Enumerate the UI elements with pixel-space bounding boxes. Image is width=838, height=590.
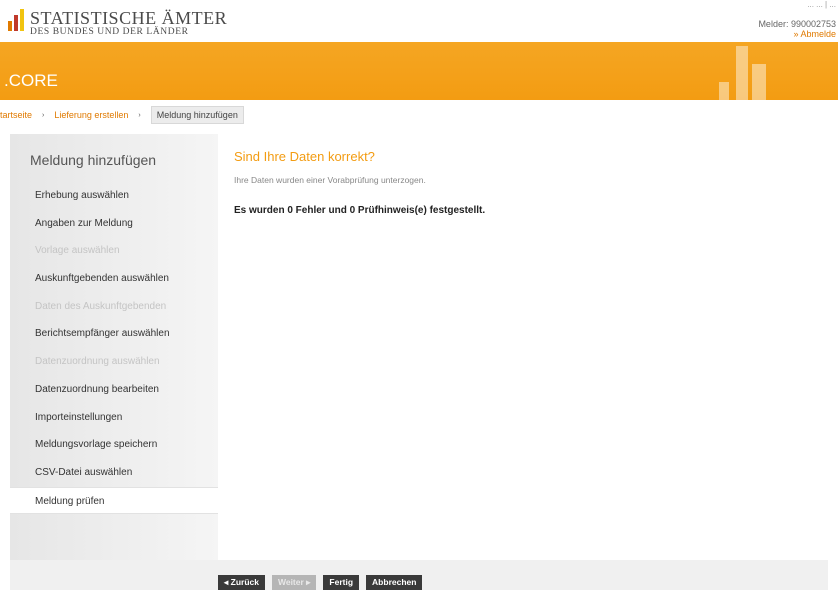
step-daten-des-auskunftgebenden: Daten des Auskunftgebenden [35, 300, 167, 312]
page-title: Sind Ihre Daten korrekt? [234, 149, 375, 164]
logo-bars-icon [8, 9, 26, 31]
logo-subtitle: DES BUNDES UND DER LÄNDER [30, 27, 189, 37]
app-banner: .CORE [0, 42, 838, 100]
step-meldungsvorlage-speichern[interactable]: Meldungsvorlage speichern [10, 431, 218, 459]
logout-link[interactable]: » Abmelde [758, 29, 836, 39]
step-vorlage-auswaehlen: Vorlage auswählen [35, 245, 120, 257]
page: STATISTISCHE ÄMTER DES BUNDES UND DER LÄ… [0, 0, 838, 590]
breadcrumb-current: Meldung hinzufügen [150, 106, 244, 124]
next-button: Weiter ▸ [271, 575, 317, 590]
step-erhebung-auswaehlen[interactable]: Erhebung auswählen [10, 182, 218, 210]
user-area: ... ... | ... Melder: 990002753 » Abmeld… [758, 0, 836, 39]
back-button[interactable]: ◂ Zurück [218, 575, 265, 590]
step-datenzuordnung-bearbeiten[interactable]: Datenzuordnung bearbeiten [10, 376, 218, 404]
step-importeinstellungen[interactable]: Importeinstellungen [10, 404, 218, 432]
step-angaben-zur-meldung[interactable]: Angaben zur Meldung [10, 210, 218, 238]
logo-title: STATISTISCHE ÄMTER [30, 8, 228, 28]
wizard-steps: Erhebung auswählen Angaben zur Meldung V… [10, 182, 219, 515]
header: STATISTISCHE ÄMTER DES BUNDES UND DER LÄ… [0, 0, 838, 42]
step-meldung-pruefen[interactable]: Meldung prüfen [10, 486, 219, 515]
validation-result: Es wurden 0 Fehler und 0 Prüfhinweis(e) … [234, 205, 486, 216]
finish-button[interactable]: Fertig [323, 575, 360, 590]
breadcrumb-separator-icon: › [42, 111, 45, 119]
statistik-logo[interactable]: STATISTISCHE ÄMTER DES BUNDES UND DER LÄ… [8, 9, 227, 38]
step-datenzuordnung-auswaehlen: Datenzuordnung auswählen [35, 356, 160, 368]
step-berichtsempfaenger-auswaehlen[interactable]: Berichtsempfänger auswählen [10, 320, 218, 348]
top-nav[interactable]: ... ... | ... [758, 0, 836, 9]
cancel-button[interactable]: Abbrechen [366, 575, 423, 590]
breadcrumb-home[interactable]: tartseite [0, 110, 32, 120]
main-panel: Sind Ihre Daten korrekt? Ihre Daten wurd… [218, 134, 828, 560]
breadcrumb-lieferung[interactable]: Lieferung erstellen [54, 110, 128, 120]
button-bar: ◂ Zurück Weiter ▸ Fertig Abbrechen [218, 575, 429, 590]
wizard-sidebar: Meldung hinzufügen Erhebung auswählen An… [10, 134, 219, 560]
user-id: Melder: 990002753 [758, 19, 836, 29]
step-auskunftgebenden-auswaehlen[interactable]: Auskunftgebenden auswählen [10, 265, 218, 293]
app-name: .CORE [4, 71, 58, 90]
sidebar-title: Meldung hinzufügen [30, 152, 157, 168]
breadcrumb: tartseite › Lieferung erstellen › Meldun… [0, 105, 244, 125]
breadcrumb-separator-icon: › [138, 111, 141, 119]
step-csv-datei-auswaehlen[interactable]: CSV-Datei auswählen [10, 459, 218, 487]
intro-text: Ihre Daten wurden einer Vorabprüfung unt… [234, 175, 426, 185]
